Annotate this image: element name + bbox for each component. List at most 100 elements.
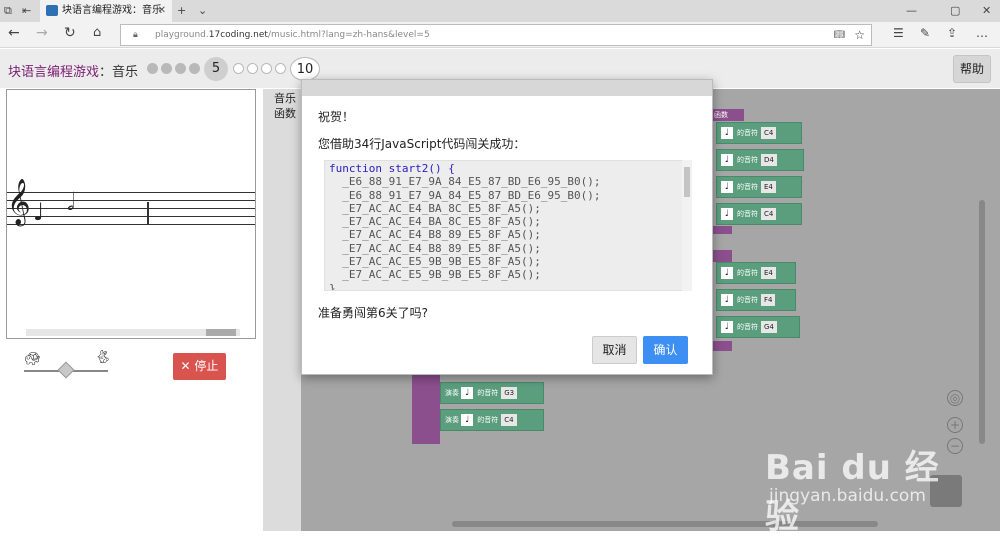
minimize-icon[interactable]: — bbox=[906, 3, 917, 19]
play-note-block[interactable]: ♩ 的音符 C4 bbox=[716, 122, 802, 144]
code-scroll-thumb[interactable] bbox=[684, 167, 690, 197]
level-dot-2[interactable] bbox=[161, 63, 172, 74]
share-icon[interactable]: ⇪ bbox=[947, 25, 957, 41]
function-block-footer bbox=[712, 341, 732, 351]
stop-label: 停止 bbox=[194, 359, 219, 373]
reading-view-icon[interactable]: 📖︎ bbox=[834, 25, 845, 45]
note-value[interactable]: E4 bbox=[761, 267, 776, 279]
toolbox-category-music[interactable]: 音乐 bbox=[274, 93, 301, 104]
confirm-button[interactable]: 确认 bbox=[643, 336, 688, 364]
level-dot-1[interactable] bbox=[147, 63, 158, 74]
note-of-label: 的音符 bbox=[737, 156, 758, 164]
staff-scrollbar[interactable] bbox=[26, 329, 240, 336]
code-scrollbar[interactable] bbox=[682, 160, 692, 291]
code-listing[interactable]: function start2() { _E6_88_91_E7_9A_84_E… bbox=[324, 160, 692, 291]
watermark-url: jingyan.baidu.com bbox=[769, 486, 926, 506]
note-value[interactable]: C4 bbox=[761, 208, 777, 220]
toolbox-category-function[interactable]: 函数 bbox=[274, 108, 301, 119]
level-dot-4[interactable] bbox=[189, 63, 200, 74]
speed-slider-thumb[interactable] bbox=[57, 361, 75, 379]
note-value[interactable]: G3 bbox=[501, 387, 518, 399]
notes-icon[interactable]: ✎ bbox=[920, 25, 930, 41]
recenter-icon[interactable]: ◎ bbox=[947, 390, 963, 406]
home-icon[interactable]: ⌂ bbox=[93, 25, 101, 41]
dialog-question: 准备勇闯第6关了吗? bbox=[318, 306, 429, 320]
code-line: _E6_88_91_E7_9A_84_E5_87_BD_E6_95_B0(); bbox=[329, 188, 601, 202]
tab-title: 块语言编程游戏：音乐 bbox=[62, 5, 162, 16]
function-block-header[interactable] bbox=[712, 250, 732, 262]
level-dot-8[interactable] bbox=[261, 63, 272, 74]
more-icon[interactable]: … bbox=[976, 25, 988, 41]
note-value[interactable]: C4 bbox=[501, 414, 517, 426]
tab-actions-icon[interactable]: ⧉ bbox=[4, 3, 12, 19]
level-dot-3[interactable] bbox=[175, 63, 186, 74]
play-note-block[interactable]: ♩ 的音符 E4 bbox=[716, 262, 796, 284]
help-button[interactable]: 帮助 bbox=[953, 55, 991, 83]
close-tab-icon[interactable]: ✕ bbox=[158, 0, 166, 22]
staff-line bbox=[7, 192, 255, 193]
favorite-star-icon[interactable]: ☆ bbox=[854, 25, 865, 45]
function-block-header[interactable]: 函数 bbox=[712, 109, 744, 121]
note-value[interactable]: D4 bbox=[761, 154, 777, 166]
cancel-button[interactable]: 取消 bbox=[592, 336, 637, 364]
note-of-label: 的音符 bbox=[477, 389, 499, 397]
note-of-label: 的音符 bbox=[737, 269, 758, 277]
close-icon: ✕ bbox=[180, 359, 195, 373]
play-label: 演奏 bbox=[445, 416, 459, 424]
max-level-badge[interactable]: 10 bbox=[290, 57, 320, 81]
maximize-icon[interactable]: ▢ bbox=[950, 3, 960, 19]
browser-tab[interactable]: 块语言编程游戏：音乐 ✕ bbox=[40, 0, 172, 22]
hub-icon[interactable]: ☰ bbox=[893, 25, 904, 41]
success-dialog: 祝贺！ 您借助34行JavaScript代码闯关成功： function sta… bbox=[301, 79, 713, 375]
note-icon: ♩ bbox=[721, 267, 733, 279]
bar-line bbox=[147, 202, 149, 224]
level-dot-7[interactable] bbox=[247, 63, 258, 74]
note-value[interactable]: G4 bbox=[761, 321, 777, 333]
function-block-footer bbox=[712, 226, 732, 234]
code-line: _E7_AC_AC_E4_BA_8C_E5_8F_A5(); bbox=[329, 215, 541, 229]
note-value[interactable]: F4 bbox=[761, 294, 776, 306]
level-dot-9[interactable] bbox=[275, 63, 286, 74]
code-line: } bbox=[329, 281, 336, 291]
note-icon: ♩ bbox=[461, 387, 474, 399]
play-note-block[interactable]: 演奏 ♩ 的音符 G3 bbox=[440, 382, 544, 404]
close-window-icon[interactable]: ✕ bbox=[982, 3, 991, 19]
tab-list-chevron-icon[interactable]: ⌄ bbox=[198, 3, 207, 19]
quarter-note-icon: ♩ bbox=[33, 198, 45, 226]
new-tab-icon[interactable]: + bbox=[177, 3, 186, 19]
stop-button[interactable]: ✕ 停止 bbox=[173, 353, 226, 380]
play-note-block[interactable]: ♩ 的音符 D4 bbox=[716, 149, 804, 171]
play-note-block[interactable]: ♩ 的音符 E4 bbox=[716, 176, 802, 198]
note-value[interactable]: C4 bbox=[761, 127, 777, 139]
function-block-body[interactable] bbox=[412, 374, 440, 444]
zoom-in-icon[interactable]: + bbox=[947, 417, 963, 433]
play-label: 演奏 bbox=[445, 389, 459, 397]
note-of-label: 的音符 bbox=[737, 210, 758, 218]
workspace-vertical-scrollbar[interactable] bbox=[979, 200, 985, 444]
note-of-label: 的音符 bbox=[737, 323, 758, 331]
address-bar[interactable]: 🔒︎ playground.17coding.net/music.html?la… bbox=[120, 24, 872, 46]
note-icon: ♩ bbox=[721, 208, 733, 220]
play-note-block[interactable]: ♩ 的音符 G4 bbox=[716, 316, 800, 338]
treble-clef-icon: 𝄞 bbox=[7, 179, 31, 225]
tab-aside-icon[interactable]: ⇤ bbox=[22, 3, 31, 19]
note-of-label: 的音符 bbox=[737, 183, 758, 191]
level-dot-6[interactable] bbox=[233, 63, 244, 74]
play-note-block[interactable]: 演奏 ♩ 的音符 C4 bbox=[440, 409, 544, 431]
note-of-label: 的音符 bbox=[737, 296, 758, 304]
play-note-block[interactable]: ♩ 的音符 F4 bbox=[716, 289, 796, 311]
play-note-block[interactable]: ♩ 的音符 C4 bbox=[716, 203, 802, 225]
current-level-badge[interactable]: 5 bbox=[204, 57, 228, 81]
watermark: Bai du 经验 jingyan.baidu.com bbox=[765, 440, 965, 537]
refresh-icon[interactable]: ↻ bbox=[64, 25, 76, 41]
forward-icon[interactable]: → bbox=[36, 25, 48, 41]
rabbit-fast-icon: 🐇︎ bbox=[95, 350, 112, 365]
note-value[interactable]: E4 bbox=[761, 181, 776, 193]
note-of-label: 的音符 bbox=[737, 129, 758, 137]
back-icon[interactable]: ← bbox=[8, 25, 20, 41]
page-title: 块语言编程游戏：音乐 bbox=[8, 61, 138, 80]
browser-nav-bar: ← → ↻ ⌂ 🔒︎ playground.17coding.net/music… bbox=[0, 22, 1000, 48]
note-icon: ♩ bbox=[721, 154, 733, 166]
staff-scroll-thumb[interactable] bbox=[206, 329, 236, 336]
note-icon: ♩ bbox=[721, 181, 733, 193]
